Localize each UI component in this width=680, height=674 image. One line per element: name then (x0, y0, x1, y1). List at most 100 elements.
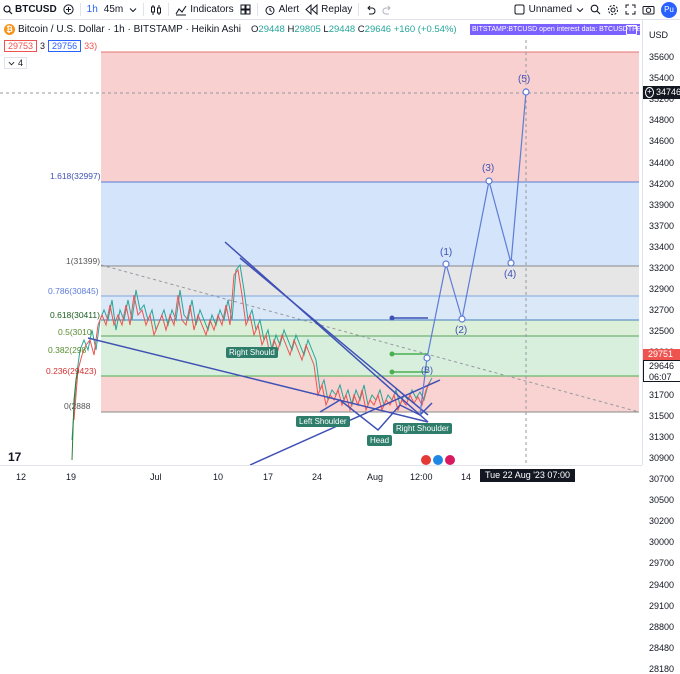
chevron-down-icon (8, 60, 15, 67)
fib-label-0236: 0.236(29423) (46, 366, 97, 376)
chevron-down-icon (576, 6, 584, 14)
wave-point[interactable] (522, 88, 530, 96)
target-dot-green (389, 351, 395, 357)
fullscreen-button[interactable] (622, 0, 639, 19)
interval-1h-button[interactable]: 1h (84, 0, 101, 19)
fib-band-0236 (101, 376, 639, 412)
replay-label: Replay (321, 4, 353, 15)
ohlc-open: 29448 (258, 24, 285, 35)
crosshair-price: 34746 (655, 87, 680, 97)
indicators-label: Indicators (190, 4, 234, 15)
search-icon (590, 4, 601, 15)
wave-point[interactable] (442, 260, 450, 268)
interval-45m-button[interactable]: 45m (101, 0, 126, 19)
lightning-icon[interactable] (421, 455, 431, 465)
replay-button[interactable]: Replay (302, 0, 355, 19)
publish-button[interactable]: Pu (658, 0, 680, 19)
pattern-tag-head[interactable]: Head (367, 435, 393, 446)
fib-label-0618: 0.618(30411) (50, 310, 100, 320)
fib-label-1: 1(31399) (66, 256, 101, 266)
wave-point[interactable] (485, 177, 493, 185)
spread-value: 3 (40, 41, 46, 51)
open-interest-banner[interactable]: BITSTAMP:BTCUSD open interest data: BTCU… (470, 24, 640, 35)
ask-price-button[interactable]: 29756 (48, 40, 82, 52)
fib-band-1618 (101, 52, 639, 182)
price-tick-label: 31500 (649, 410, 675, 421)
quick-search-button[interactable] (587, 0, 604, 19)
price-tick-label: 33400 (649, 241, 675, 252)
flag-icon[interactable] (433, 455, 443, 465)
target-dot-green-2 (389, 369, 395, 375)
current-price: 29646 (649, 361, 675, 371)
toolbar-divider (79, 3, 81, 16)
fib-label-1618: 1.618(32997) (50, 171, 101, 181)
wave-label-4: (4) (504, 269, 517, 280)
price-tick-label: 30200 (649, 516, 675, 527)
chart-canvas[interactable]: 1.618(32997) 1(31399) 0.786(30845) 0.618… (0, 20, 642, 466)
price-tick-label: 32700 (649, 305, 675, 316)
snapshot-button[interactable] (639, 0, 658, 19)
wave-label-5: (5) (518, 74, 531, 85)
fib-label-0: 0(2888 (64, 401, 91, 411)
price-tick-label: 34400 (649, 157, 675, 168)
bid-ask-row: 29753 3 29756 33) (4, 40, 97, 52)
indicators-collapse-button[interactable]: 4 (4, 57, 28, 69)
price-axis[interactable]: USD 35600 35400 35200 34800 34600 34400 34200 3… (642, 20, 680, 674)
wave-point[interactable] (458, 315, 466, 323)
toolbar-divider (143, 3, 145, 16)
chevron-down-icon[interactable] (126, 0, 140, 19)
indicator-count: 4 (18, 58, 24, 68)
layout-menu-button[interactable]: Unnamed (511, 0, 587, 19)
price-tick-label: 29100 (649, 600, 675, 611)
price-tick-label: 34600 (649, 136, 675, 147)
time-axis[interactable]: 12 19 Jul 10 17 24 Aug 12:00 14 Tue 22 A… (0, 465, 642, 486)
banner-toggle-icon[interactable] (626, 25, 637, 35)
pattern-tag-right-shoulder-left[interactable]: Right Should (226, 347, 278, 358)
user-avatar: Pu (661, 1, 677, 18)
price-tick-label: 29400 (649, 579, 675, 590)
price-tick-label: 35600 (649, 52, 675, 62)
pattern-tag-right-shoulder[interactable]: Right Shoulder (393, 423, 452, 434)
settings-button[interactable] (604, 0, 622, 19)
event-icons[interactable] (421, 455, 455, 465)
gear-icon (607, 4, 619, 16)
add-symbol-button[interactable] (60, 0, 77, 19)
ohlc-high: 29805 (294, 24, 321, 35)
price-tick-label: 30900 (649, 452, 675, 463)
grid-icon (240, 4, 251, 15)
price-axis-currency: USD (649, 30, 669, 40)
symbol-search[interactable]: BTCUSD (0, 0, 60, 19)
chart-type-button[interactable] (147, 0, 165, 19)
fib-band-05 (101, 320, 639, 336)
layouts-button[interactable] (237, 0, 254, 19)
last-price-label: 29751 (643, 349, 680, 360)
ohlc-change: +160 (+0.54%) (393, 24, 457, 35)
price-tick-label: 31300 (649, 431, 675, 442)
price-tick-label: 34800 (649, 115, 675, 126)
layout-name: Unnamed (528, 4, 572, 15)
bid-price-button[interactable]: 29753 (4, 40, 38, 52)
fib-label-0786: 0.786(30845) (48, 286, 99, 296)
pattern-tag-left-shoulder[interactable]: Left Shoulder (296, 416, 350, 427)
price-tick-label: 28480 (649, 642, 675, 653)
price-tick-label: 28180 (649, 663, 675, 674)
undo-icon (365, 5, 376, 15)
ohlc-close-key: C (357, 24, 365, 35)
price-tick-label: 29700 (649, 558, 675, 569)
crosshair-price-label: + 34746 (643, 86, 680, 99)
undo-button[interactable] (362, 0, 379, 19)
wave-point[interactable] (507, 259, 515, 267)
plus-icon[interactable]: + (645, 87, 654, 98)
flag-icon[interactable] (445, 455, 455, 465)
redo-button[interactable] (379, 0, 396, 19)
crosshair-time-label: Tue 22 Aug '23 07:00 (480, 469, 575, 482)
wave-label-1: (1) (440, 247, 453, 258)
indicators-button[interactable]: Indicators (172, 0, 236, 19)
price-tick-label: 31700 (649, 389, 675, 400)
symbol-title[interactable]: Bitcoin / U.S. Dollar · 1h · BITSTAMP · … (18, 24, 241, 35)
alert-button[interactable]: Alert (261, 0, 303, 19)
wave-point[interactable] (423, 354, 431, 362)
redo-icon (382, 5, 393, 15)
tradingview-logo: 17 (8, 450, 22, 464)
time-label: 17 (263, 472, 274, 482)
